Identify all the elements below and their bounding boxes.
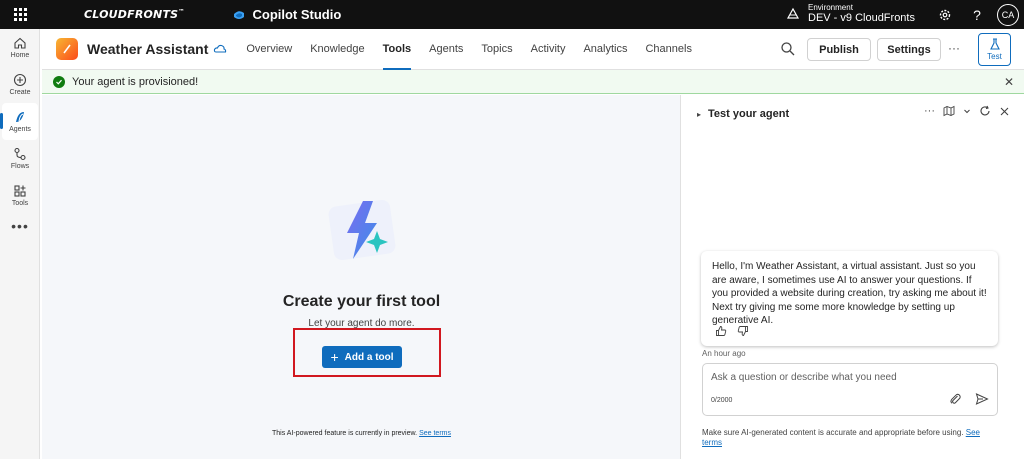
refresh-icon[interactable] xyxy=(979,105,991,117)
message-timestamp: An hour ago xyxy=(702,349,746,358)
disclaimer-text: Make sure AI-generated content is accura… xyxy=(702,428,964,437)
close-icon[interactable] xyxy=(999,106,1010,117)
map-icon[interactable] xyxy=(943,105,955,117)
product-name[interactable]: Copilot Studio xyxy=(232,7,341,22)
publish-button[interactable]: Publish xyxy=(807,38,871,61)
lightning-sparkle-icon xyxy=(328,199,396,261)
rail-label: Flows xyxy=(10,163,30,170)
help-icon: ? xyxy=(973,6,981,23)
settings-button[interactable] xyxy=(929,0,961,29)
send-icon[interactable] xyxy=(975,392,989,406)
thumbs-down-icon[interactable] xyxy=(737,325,749,337)
chat-input-box: 0/2000 xyxy=(702,363,998,416)
plus-circle-icon xyxy=(13,73,27,87)
tab-agents[interactable]: Agents xyxy=(420,29,472,70)
char-count: 0/2000 xyxy=(711,397,733,404)
test-label: Test xyxy=(987,52,1002,61)
checkmark-icon xyxy=(53,75,65,88)
environment-picker[interactable]: Environment DEV - v9 CloudFronts xyxy=(786,2,915,24)
help-button[interactable]: ? xyxy=(961,0,993,29)
tools-icon xyxy=(14,185,26,197)
agent-avatar-icon xyxy=(56,38,78,60)
success-banner: Your agent is provisioned! ✕ xyxy=(42,70,1024,94)
rail-label: Home xyxy=(10,52,30,59)
test-flask-icon xyxy=(989,38,1000,50)
avatar[interactable]: CA xyxy=(997,3,1019,26)
chevron-down-icon[interactable] xyxy=(963,107,971,115)
panel-more-button[interactable]: ··· xyxy=(924,105,935,117)
rail-item-home[interactable]: Home xyxy=(0,29,40,66)
expand-caret-icon[interactable]: ▸ xyxy=(697,110,701,119)
environment-icon xyxy=(786,7,800,19)
brand-logo[interactable]: CLOUDFRONTS™ xyxy=(84,8,184,21)
agent-header: Weather Assistant Overview Knowledge Too… xyxy=(42,29,1024,70)
rail-more-button[interactable]: ••• xyxy=(0,214,40,238)
agent-message-bubble: Hello, I'm Weather Assistant, a virtual … xyxy=(701,251,998,346)
test-button[interactable]: Test xyxy=(978,33,1011,66)
waffle-icon xyxy=(13,8,27,21)
tab-analytics[interactable]: Analytics xyxy=(574,29,636,70)
agent-name: Weather Assistant xyxy=(87,41,209,57)
product-label: Copilot Studio xyxy=(252,7,342,22)
tab-knowledge[interactable]: Knowledge xyxy=(301,29,373,70)
close-icon[interactable]: ✕ xyxy=(1004,75,1014,89)
top-bar: CLOUDFRONTS™ Copilot Studio Environment … xyxy=(0,0,1024,29)
flows-icon xyxy=(14,147,26,161)
agent-message-text: Hello, I'm Weather Assistant, a virtual … xyxy=(712,261,987,326)
preview-text: This AI-powered feature is currently in … xyxy=(272,430,418,437)
rail-label: Create xyxy=(9,89,31,96)
see-terms-link[interactable]: See terms xyxy=(419,430,451,437)
app-launcher-button[interactable] xyxy=(0,0,40,29)
tab-tools[interactable]: Tools xyxy=(374,29,421,70)
attach-icon[interactable] xyxy=(948,392,962,406)
rail-item-flows[interactable]: Flows xyxy=(0,140,40,177)
rail-item-agents[interactable]: Agents xyxy=(0,103,38,140)
tab-topics[interactable]: Topics xyxy=(472,29,521,70)
gear-icon xyxy=(939,9,951,20)
home-icon xyxy=(14,37,26,49)
agent-tabs: Overview Knowledge Tools Agents Topics A… xyxy=(237,29,701,70)
empty-state-title: Create your first tool xyxy=(282,293,441,310)
settings-button[interactable]: Settings xyxy=(877,38,941,61)
rail-label: Agents xyxy=(9,126,31,133)
cloud-status-icon[interactable] xyxy=(213,42,227,56)
panel-title: Test your agent xyxy=(708,108,790,120)
search-icon[interactable] xyxy=(780,41,796,57)
panel-header: ▸ Test your agent ··· xyxy=(682,105,1024,123)
tab-overview[interactable]: Overview xyxy=(237,29,301,70)
tools-empty-state: Create your first tool Let your agent do… xyxy=(42,95,681,459)
banner-message: Your agent is provisioned! xyxy=(72,75,199,88)
test-agent-panel: ▸ Test your agent ··· Hello, I'm Weather… xyxy=(682,95,1024,459)
agents-icon xyxy=(16,112,24,122)
thumbs-up-icon[interactable] xyxy=(715,325,727,337)
more-options-button[interactable]: ··· xyxy=(948,41,960,55)
ai-disclaimer: Make sure AI-generated content is accura… xyxy=(702,428,1002,448)
tab-channels[interactable]: Channels xyxy=(636,29,700,70)
rail-item-create[interactable]: Create xyxy=(0,66,40,103)
rail-item-tools[interactable]: Tools xyxy=(0,177,40,214)
chat-input[interactable] xyxy=(711,372,981,383)
environment-value: DEV - v9 CloudFronts xyxy=(808,12,915,24)
tab-activity[interactable]: Activity xyxy=(522,29,575,70)
preview-notice: This AI-powered feature is currently in … xyxy=(42,430,681,437)
left-rail: Home Create Agents Flows Tools ••• xyxy=(0,29,40,459)
rail-label: Tools xyxy=(11,200,29,207)
highlight-box xyxy=(293,328,441,377)
copilot-studio-icon xyxy=(234,10,245,19)
